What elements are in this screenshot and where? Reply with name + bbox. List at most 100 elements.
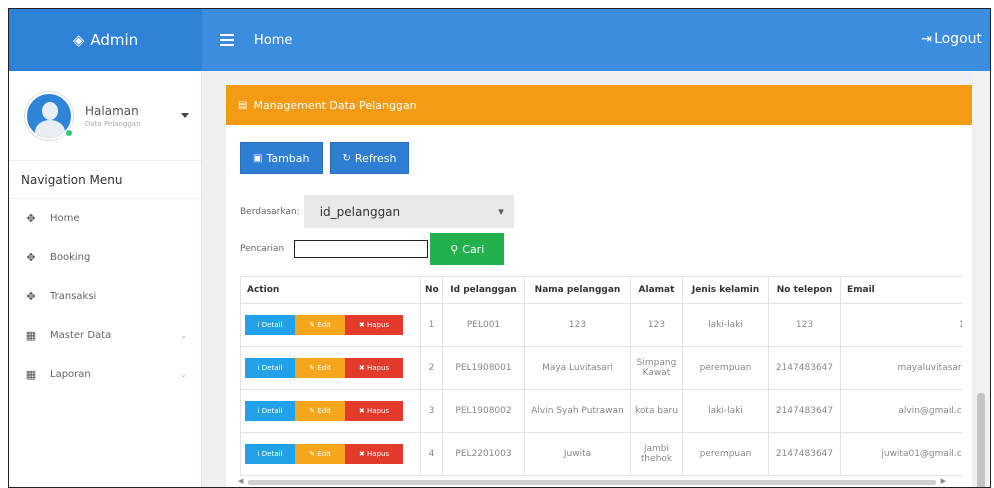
detail-button-label: Detail [261,407,283,415]
action-cell: i Detail ✎ Edit ✖ Hapus [240,389,421,433]
cell-alamat: 123 [630,303,683,347]
refresh-button-label: Refresh [354,151,397,165]
close-icon: ✖ [358,450,365,458]
logout-button[interactable]: ⇥ Logout [921,31,982,47]
brand-label: Admin [90,31,139,49]
scroll-thumb[interactable] [977,393,985,487]
search-label: Pencarian [240,244,285,254]
close-icon: ✖ [358,364,365,372]
move-icon: ✥ [26,251,36,264]
page-title: Home [254,32,293,48]
delete-button[interactable]: ✖ Hapus [345,444,403,464]
sidebar-item-label: Home [50,213,80,224]
edit-icon: ✎ [309,364,316,372]
action-cell: i Detail ✎ Edit ✖ Hapus [240,303,421,347]
delete-button[interactable]: ✖ Hapus [345,401,403,421]
chevron-down-icon: ▼ [498,207,504,216]
cell-no: 1 [420,303,443,347]
cell-no: 2 [420,346,443,390]
sidebar-item-laporan[interactable]: ▦ Laporan ⌄ [9,355,201,394]
gem-icon: ◈ [72,31,85,49]
plus-icon: ▣ [253,152,263,164]
sidebar-item-label: Booking [50,252,91,263]
action-cell: i Detail ✎ Edit ✖ Hapus [240,346,421,390]
cell-email: alvin@gmail.com [840,389,962,433]
detail-button[interactable]: i Detail [245,315,295,335]
edit-icon: ✎ [309,450,316,458]
sidebar-item-label: Transaksi [50,291,97,302]
edit-button[interactable]: ✎ Edit [295,358,345,378]
hamburger-menu-icon[interactable] [220,34,234,46]
edit-button-label: Edit [317,450,331,458]
move-icon: ✥ [26,212,36,225]
action-cell: i Detail ✎ Edit ✖ Hapus [240,432,421,476]
cell-email: juwita01@gmail.com [840,432,962,476]
chevron-down-icon: ⌄ [180,331,187,340]
search-icon: ⚲ [450,242,459,256]
column-header: Action [240,276,421,304]
grid-icon: ▦ [25,368,37,381]
edit-button-label: Edit [317,321,331,329]
cell-alamat: Simpang Kawat [630,346,683,390]
logout-label: Logout [934,31,982,47]
search-input[interactable] [294,240,429,258]
navigation-header: Navigation Menu [9,161,201,199]
toolbar: ▣ Tambah ↻ Refresh [240,142,410,174]
close-icon: ✖ [358,407,365,415]
sidebar-item-home[interactable]: ✥ Home [9,199,201,238]
filter-label: Berdasarkan: [240,206,300,217]
edit-button-label: Edit [317,407,331,415]
sidebar: Halaman Data Pelanggan Navigation Menu ✥… [9,71,202,487]
panel-title: Management Data Pelanggan [253,98,417,112]
edit-button-label: Edit [317,364,331,372]
detail-button[interactable]: i Detail [245,444,295,464]
table-icon: ▤ [238,99,248,111]
edit-button[interactable]: ✎ Edit [295,401,345,421]
cell-nama: Alvin Syah Putrawan [524,389,631,433]
detail-button[interactable]: i Detail [245,358,295,378]
search-button[interactable]: ⚲ Cari [430,233,505,265]
cell-telepon: 2147483647 [768,432,841,476]
sidebar-item-booking[interactable]: ✥ Booking [9,238,201,277]
sidebar-item-label: Master Data [50,330,112,341]
delete-button-label: Hapus [367,364,390,372]
profile-dropdown-icon[interactable] [181,113,189,118]
refresh-icon: ↻ [342,152,351,164]
detail-button-label: Detail [261,321,283,329]
edit-icon: ✎ [309,321,316,329]
column-header: No [420,276,443,304]
panel-body: ▣ Tambah ↻ Refresh Berdasarkan: id_pelan… [226,125,990,487]
delete-button-label: Hapus [367,407,390,415]
edit-button[interactable]: ✎ Edit [295,315,345,335]
profile-name: Halaman [85,103,139,118]
scroll-track[interactable] [248,480,936,485]
cell-no: 3 [420,389,443,433]
table-row: i Detail ✎ Edit ✖ Hapus 3 PEL1908002 Alvin Sy… [240,389,962,433]
scroll-left-icon[interactable]: ◀ [238,477,243,485]
horizontal-scrollbar[interactable]: ◀ ▶ [238,477,946,487]
refresh-button[interactable]: ↻ Refresh [329,142,410,174]
filter-selected-value: id_pelanggan [319,204,401,219]
add-button[interactable]: ▣ Tambah [240,142,323,174]
cell-jenis-kelamin: perempuan [682,346,769,390]
edit-button[interactable]: ✎ Edit [295,444,345,464]
cell-id: PEL1908001 [442,346,525,390]
cell-alamat: kota baru [630,389,683,433]
sidebar-item-master-data[interactable]: ▦ Master Data ⌄ [9,316,201,355]
filter-select[interactable]: id_pelanggan ▼ [303,195,514,228]
table-row: i Detail ✎ Edit ✖ Hapus 2 PEL1908001 Maya Luv… [240,346,962,390]
info-icon: i [257,450,260,458]
scroll-right-icon[interactable]: ▶ [941,477,946,485]
detail-button[interactable]: i Detail [245,401,295,421]
cell-telepon: 123 [768,303,841,347]
chevron-down-icon: ⌄ [180,370,187,379]
info-icon: i [257,407,260,415]
vertical-scrollbar[interactable] [972,71,990,487]
edit-icon: ✎ [309,407,316,415]
delete-button[interactable]: ✖ Hapus [345,358,403,378]
sidebar-item-transaksi[interactable]: ✥ Transaksi [9,277,201,316]
delete-button[interactable]: ✖ Hapus [345,315,403,335]
grid-icon: ▦ [25,329,37,342]
brand[interactable]: ◈ Admin [9,9,202,71]
detail-button-label: Detail [261,450,283,458]
